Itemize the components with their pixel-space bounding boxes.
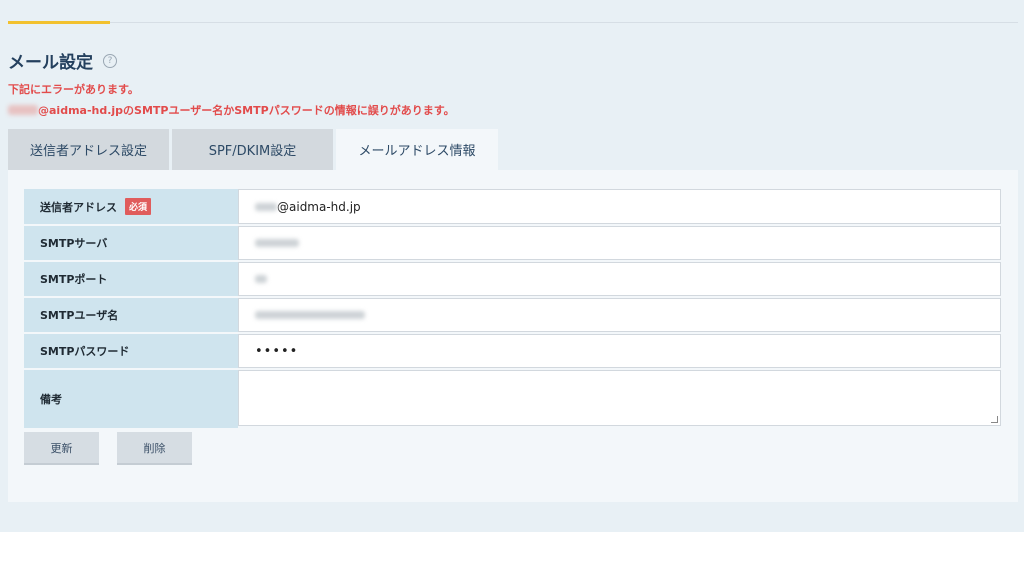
tab-spf-dkim[interactable]: SPF/DKIM設定	[172, 129, 333, 170]
resize-handle-icon[interactable]	[991, 416, 998, 423]
notes-label: 備考	[24, 370, 238, 428]
error-detail: @aidma-hd.jpのSMTPユーザー名かSMTPパスワードの情報に誤りがあ…	[8, 102, 455, 118]
smtp-username-field[interactable]	[238, 298, 1001, 332]
sender-address-label: 送信者アドレス 必須	[24, 189, 238, 224]
mail-settings-form: 送信者アドレス 必須 @aidma-hd.jp SMTPサーバ SMTPポート …	[24, 189, 1001, 428]
tab-sender-address[interactable]: 送信者アドレス設定	[8, 129, 169, 170]
app-background: メール設定 ? 下記にエラーがあります。 @aidma-hd.jpのSMTPユー…	[0, 0, 1024, 532]
notes-textarea[interactable]	[238, 370, 1001, 426]
row-smtp-port: SMTPポート	[24, 262, 1001, 298]
page-title-text: メール設定	[8, 53, 93, 73]
smtp-username-label: SMTPユーザ名	[24, 298, 238, 332]
row-sender-address: 送信者アドレス 必須 @aidma-hd.jp	[24, 189, 1001, 226]
required-badge: 必須	[125, 198, 152, 215]
error-summary: 下記にエラーがあります。	[8, 83, 139, 96]
redacted-text	[255, 202, 277, 211]
delete-button[interactable]: 削除	[117, 432, 192, 465]
smtp-password-field[interactable]: •••••	[238, 334, 1001, 368]
tab-mail-address-info[interactable]: メールアドレス情報	[336, 129, 498, 170]
sender-address-value: @aidma-hd.jp	[277, 199, 361, 214]
row-smtp-username: SMTPユーザ名	[24, 298, 1001, 334]
smtp-port-label: SMTPポート	[24, 262, 238, 296]
update-button[interactable]: 更新	[24, 432, 99, 465]
row-smtp-server: SMTPサーバ	[24, 226, 1001, 262]
smtp-server-label: SMTPサーバ	[24, 226, 238, 260]
smtp-password-label: SMTPパスワード	[24, 334, 238, 368]
help-icon[interactable]: ?	[103, 53, 117, 68]
sender-address-label-text: 送信者アドレス	[40, 200, 117, 214]
sender-address-field[interactable]: @aidma-hd.jp	[238, 189, 1001, 224]
page-title: メール設定 ?	[8, 48, 117, 73]
redacted-text	[255, 275, 267, 283]
redacted-text	[255, 311, 365, 319]
tab-bar: 送信者アドレス設定 SPF/DKIM設定 メールアドレス情報	[8, 129, 498, 170]
smtp-server-field[interactable]	[238, 226, 1001, 260]
row-smtp-password: SMTPパスワード •••••	[24, 334, 1001, 370]
redacted-text	[8, 105, 38, 115]
redacted-text	[255, 239, 299, 247]
row-notes: 備考	[24, 370, 1001, 428]
active-section-indicator	[8, 21, 110, 24]
smtp-port-field[interactable]	[238, 262, 1001, 296]
section-divider	[110, 22, 1018, 23]
error-detail-text: @aidma-hd.jpのSMTPユーザー名かSMTPパスワードの情報に誤りがあ…	[38, 104, 455, 117]
